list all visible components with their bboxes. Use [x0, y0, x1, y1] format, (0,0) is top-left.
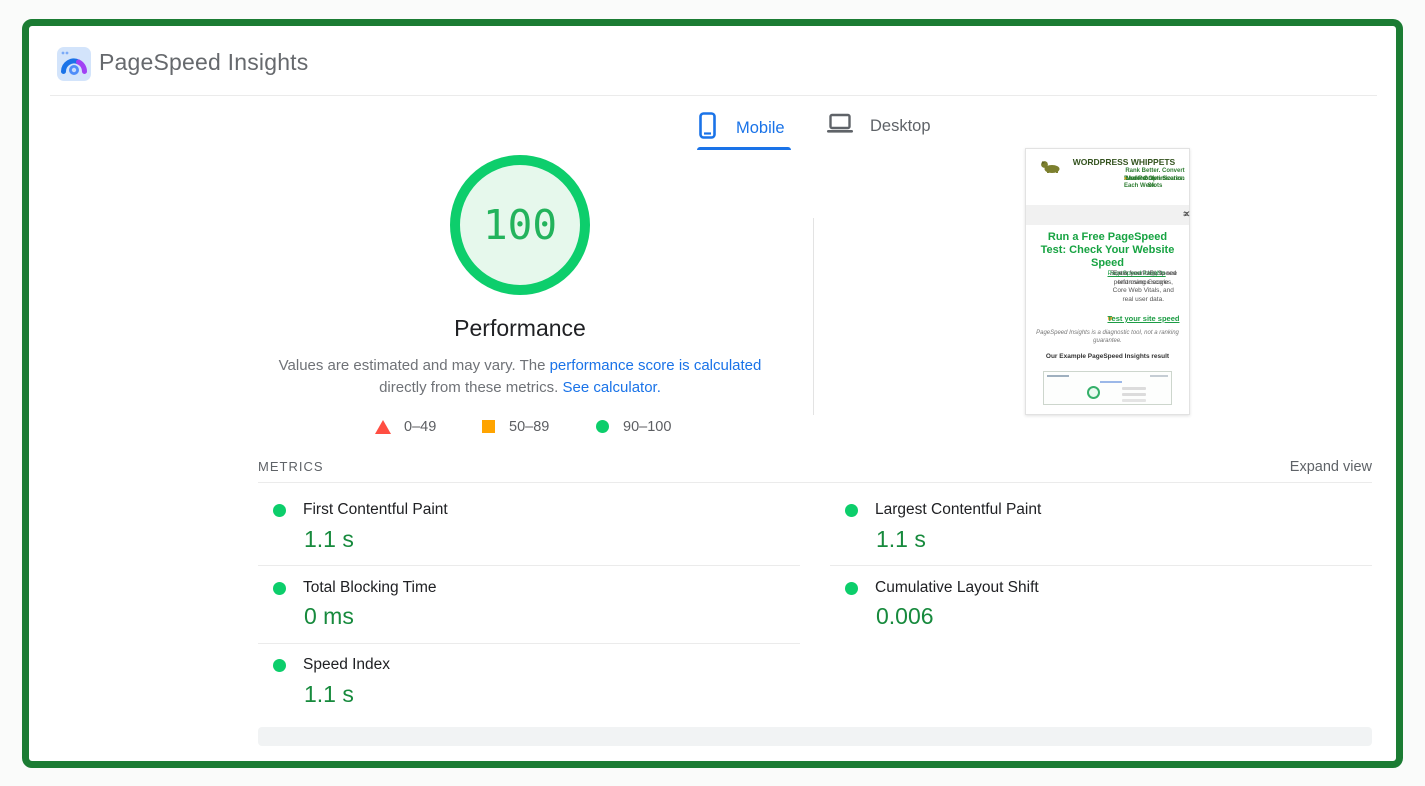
preview-disclaimer: PageSpeed Insights is a diagnostic tool,…: [1036, 329, 1179, 345]
preview-tagline: Rank Better. Convert More. Green Scores.…: [1062, 168, 1186, 183]
collapsed-section-bar[interactable]: [258, 727, 1372, 746]
tab-desktop[interactable]: Desktop: [826, 112, 931, 141]
metric-value: 0.006: [876, 603, 934, 630]
metric-value: 1.1 s: [876, 526, 926, 553]
description-text: directly from these metrics.: [379, 379, 562, 396]
desktop-laptop-icon: [826, 112, 854, 141]
tab-mobile[interactable]: Mobile: [699, 112, 785, 144]
tab-mobile-label: Mobile: [736, 119, 785, 138]
metric-name: Largest Contentful Paint: [875, 501, 1041, 519]
legend-fail-label: 0–49: [404, 419, 436, 435]
tab-mobile-active-indicator: [697, 147, 791, 150]
metric-row-divider: [830, 565, 1372, 566]
legend-fail-triangle-icon: [375, 420, 391, 434]
mini-result-screenshot: [1043, 371, 1172, 405]
metric-pass-dot-icon: [845, 504, 858, 517]
metric-name: First Contentful Paint: [303, 501, 448, 519]
metrics-top-divider: [258, 482, 1372, 483]
page-title: PageSpeed Insights: [99, 49, 308, 76]
legend-pass-circle-icon: [596, 420, 609, 433]
metric-value: 1.1 s: [304, 526, 354, 553]
performance-description: Values are estimated and may vary. The p…: [270, 355, 770, 398]
close-icon: ✕: [1183, 209, 1193, 220]
preview-result-caption: Our Example PageSpeed Insights result: [1032, 353, 1183, 360]
legend-pass-label: 90–100: [623, 419, 671, 435]
see-calculator-link[interactable]: See calculator.: [562, 379, 660, 396]
metric-value: 0 ms: [304, 603, 354, 630]
preview-heading: Run a Free PageSpeed Test: Check Your We…: [1034, 231, 1181, 270]
metric-row-divider: [258, 643, 800, 644]
expand-view-button[interactable]: Expand view: [1242, 459, 1372, 475]
score-calculation-link[interactable]: performance score is calculated: [550, 357, 762, 374]
metric-row-divider: [258, 565, 800, 566]
legend-average-square-icon: [482, 420, 495, 433]
performance-category-title: Performance: [370, 315, 670, 342]
metrics-section-label: METRICS: [258, 459, 324, 474]
description-text: Values are estimated and may vary. The: [279, 357, 550, 374]
metric-pass-dot-icon: [273, 659, 286, 672]
metric-name: Total Blocking Time: [303, 579, 437, 597]
pagespeed-logo-icon: [57, 47, 91, 81]
tab-desktop-label: Desktop: [870, 117, 931, 136]
metric-pass-dot-icon: [273, 582, 286, 595]
performance-score-value: 100: [483, 201, 557, 249]
preview-navbar: ≡ ✕: [1026, 205, 1189, 225]
metric-pass-dot-icon: [273, 504, 286, 517]
metric-pass-dot-icon: [845, 582, 858, 595]
preview-site-name: WORDPRESS WHIPPETS: [1062, 157, 1186, 167]
performance-score-gauge: 100: [450, 155, 590, 295]
metric-value: 1.1 s: [304, 681, 354, 708]
final-screenshot-thumbnail[interactable]: WORDPRESS WHIPPETS Rank Better. Convert …: [1025, 148, 1190, 415]
legend-average-label: 50–89: [509, 419, 549, 435]
metric-name: Speed Index: [303, 656, 390, 674]
mobile-phone-icon: [699, 112, 716, 144]
column-divider: [813, 218, 814, 415]
metric-name: Cumulative Layout Shift: [875, 579, 1039, 597]
preview-cta-link: Test your site speed: [1108, 314, 1180, 323]
header-divider: [50, 95, 1377, 96]
